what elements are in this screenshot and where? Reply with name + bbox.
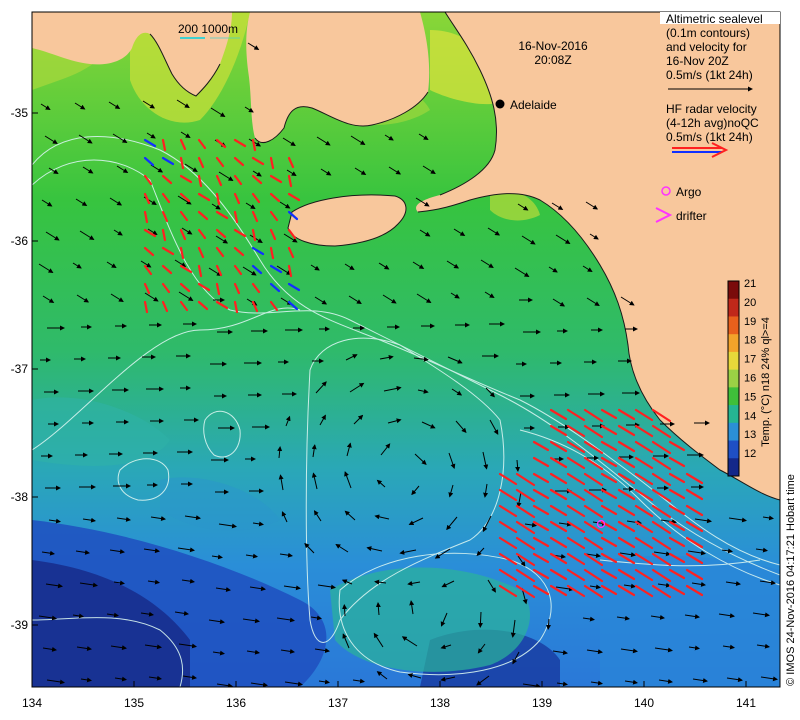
y-tick-label: -38 bbox=[11, 490, 29, 504]
y-tick-label: -39 bbox=[11, 618, 29, 632]
colorbar-tick-label: 20 bbox=[744, 297, 756, 309]
colorbar-tick-label: 21 bbox=[744, 278, 756, 290]
colorbar-tick-label: 13 bbox=[744, 429, 756, 441]
x-tick-label: 137 bbox=[328, 696, 348, 710]
altimetry-arrow bbox=[342, 604, 348, 617]
altimetry-legend-line-2: (0.1m contours) bbox=[666, 26, 750, 40]
altimetry-legend-line-1: Altimetric sealevel bbox=[666, 12, 763, 26]
colorbar-tick-label: 19 bbox=[744, 316, 756, 328]
argo-legend-label: Argo bbox=[676, 185, 702, 199]
colorbar-swatch bbox=[728, 405, 739, 424]
depth-scale-label: 200 1000m bbox=[178, 22, 238, 36]
radar-legend-line-2: (4-12h avg)noQC bbox=[666, 116, 759, 130]
y-tick-label: -35 bbox=[11, 106, 29, 120]
credit-line: © IMOS 24-Nov-2016 04:17:21 Hobart time bbox=[785, 474, 797, 686]
x-tick-label: 141 bbox=[736, 696, 756, 710]
colorbar-swatch bbox=[728, 298, 739, 317]
colorbar-tick-label: 18 bbox=[744, 335, 756, 347]
colorbar-tick-label: 17 bbox=[744, 354, 756, 366]
x-tick-label: 134 bbox=[22, 696, 42, 710]
drifter-legend-label: drifter bbox=[676, 209, 707, 223]
map-date: 16-Nov-2016 bbox=[518, 39, 588, 53]
colorbar-swatch bbox=[728, 387, 739, 406]
map-time: 20:08Z bbox=[534, 53, 571, 67]
altimetry-legend-line-4: 16-Nov 20Z bbox=[666, 54, 729, 68]
y-tick-label: -36 bbox=[11, 234, 29, 248]
colorbar-swatch bbox=[728, 334, 739, 353]
colorbar-tick-label: 16 bbox=[744, 373, 756, 385]
radar-legend-line-1: HF radar velocity bbox=[666, 102, 757, 116]
altimetry-legend-line-5: 0.5m/s (1kt 24h) bbox=[666, 68, 753, 82]
y-tick-label: -37 bbox=[11, 362, 29, 376]
city-label: Adelaide bbox=[510, 98, 557, 112]
adelaide-marker bbox=[495, 99, 505, 109]
colorbar-swatch bbox=[728, 369, 739, 388]
colorbar-title: Temp. (°C) n18 24% ql>=4 bbox=[760, 317, 772, 447]
radar-legend-line-3: 0.5m/s (1kt 24h) bbox=[666, 130, 753, 144]
x-tick-label: 140 bbox=[634, 696, 654, 710]
x-tick-label: 139 bbox=[532, 696, 552, 710]
colorbar-tick-label: 12 bbox=[744, 448, 756, 460]
colorbar-swatch bbox=[728, 281, 739, 300]
colorbar-swatch bbox=[728, 458, 739, 477]
colorbar-swatch bbox=[728, 316, 739, 335]
colorbar-swatch bbox=[728, 351, 739, 371]
altimetry-legend-line-3: and velocity for bbox=[666, 40, 747, 54]
colorbar-swatch bbox=[728, 440, 739, 459]
depth-scale-bar: 200 1000m bbox=[178, 22, 240, 39]
x-tick-label: 138 bbox=[430, 696, 450, 710]
colorbar-swatch bbox=[728, 422, 739, 442]
sst-map: 134 135 136 137 138 139 140 141 -35 -36 -37 -38 -39… bbox=[11, 11, 797, 710]
colorbar-tick-label: 14 bbox=[744, 410, 756, 422]
x-tick-label: 135 bbox=[124, 696, 144, 710]
x-tick-label: 136 bbox=[226, 696, 246, 710]
colorbar-tick-label: 15 bbox=[744, 391, 756, 403]
